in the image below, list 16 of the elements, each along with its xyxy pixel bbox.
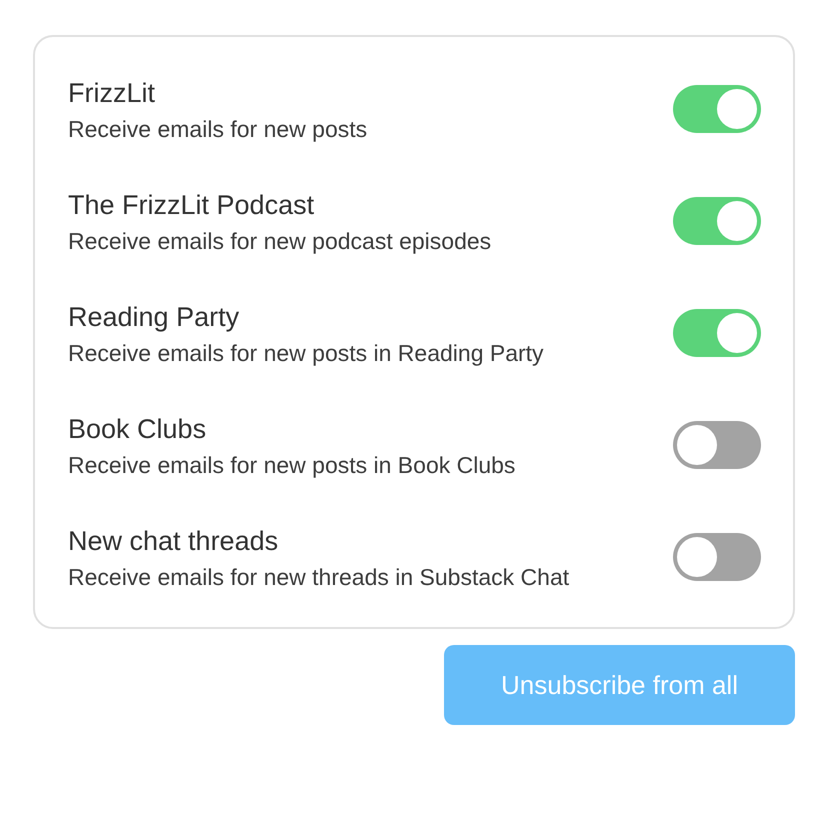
subscription-title: Book Clubs — [68, 413, 208, 446]
toggle-switch[interactable] — [673, 533, 761, 581]
toggle-switch[interactable] — [673, 85, 761, 133]
subscription-title: The FrizzLit Podcast — [68, 189, 316, 222]
subscription-description: Receive emails for new posts in Book Clubs — [68, 451, 516, 480]
toggle-switch[interactable] — [673, 421, 761, 469]
subscription-title: FrizzLit — [68, 77, 156, 110]
subscription-description: Receive emails for new posts in Reading Party — [68, 339, 545, 368]
subscription-title: New chat threads — [68, 525, 280, 558]
toggle-switch[interactable] — [673, 197, 761, 245]
toggle-switch[interactable] — [673, 309, 761, 357]
subscription-description: Receive emails for new posts — [68, 115, 368, 144]
subscription-description: Receive emails for new threads in Substack Chat — [68, 563, 570, 592]
unsubscribe-button[interactable]: Unsubscribe from all — [444, 645, 795, 725]
subscription-description: Receive emails for new podcast episodes — [68, 227, 492, 256]
subscription-title: Reading Party — [68, 301, 240, 334]
